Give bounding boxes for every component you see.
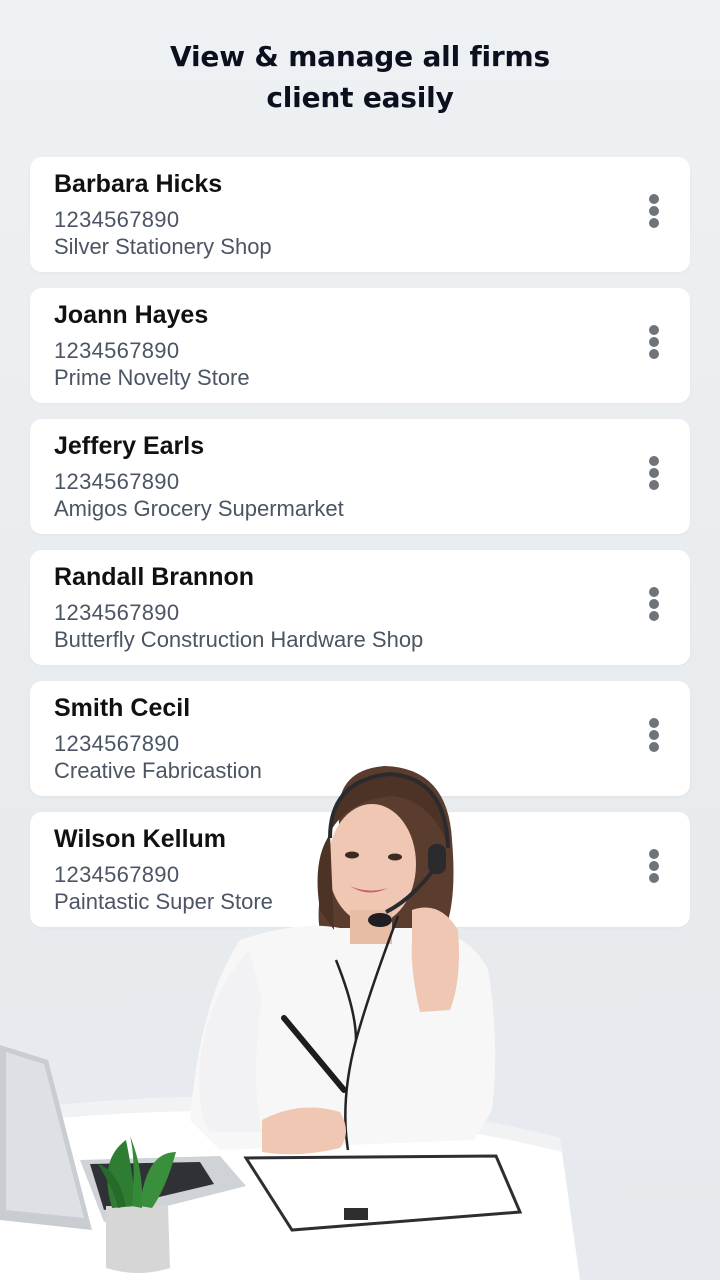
client-card[interactable]: Randall Brannon 1234567890 Butterfly Con… [30, 550, 690, 665]
client-name: Barbara Hicks [54, 170, 223, 198]
client-firm: Prime Novelty Store [54, 365, 250, 390]
client-card[interactable]: Jeffery Earls 1234567890 Amigos Grocery … [30, 419, 690, 534]
headline-line-1: View & manage all firms [170, 40, 550, 73]
client-firm: Amigos Grocery Supermarket [54, 496, 344, 521]
client-phone: 1234567890 [54, 600, 180, 625]
more-vertical-icon[interactable] [644, 587, 664, 627]
more-vertical-icon[interactable] [644, 718, 664, 758]
client-card[interactable]: Barbara Hicks 1234567890 Silver Statione… [30, 157, 690, 272]
more-vertical-icon[interactable] [644, 194, 664, 234]
client-phone: 1234567890 [54, 338, 180, 363]
client-name: Randall Brannon [54, 563, 255, 591]
client-card[interactable]: Joann Hayes 1234567890 Prime Novelty Sto… [30, 288, 690, 403]
client-phone: 1234567890 [54, 731, 180, 756]
support-agent-illustration [0, 766, 580, 1280]
client-firm: Butterfly Construction Hardware Shop [54, 627, 424, 652]
client-firm: Silver Stationery Shop [54, 234, 272, 259]
page-headline: View & manage all firms client easily [0, 36, 720, 118]
client-phone: 1234567890 [54, 469, 180, 494]
more-vertical-icon[interactable] [644, 456, 664, 496]
client-name: Joann Hayes [54, 301, 209, 329]
client-name: Smith Cecil [54, 694, 191, 722]
headline-line-2: client easily [266, 81, 454, 114]
client-name: Jeffery Earls [54, 432, 205, 460]
more-vertical-icon[interactable] [644, 325, 664, 365]
client-phone: 1234567890 [54, 207, 180, 232]
